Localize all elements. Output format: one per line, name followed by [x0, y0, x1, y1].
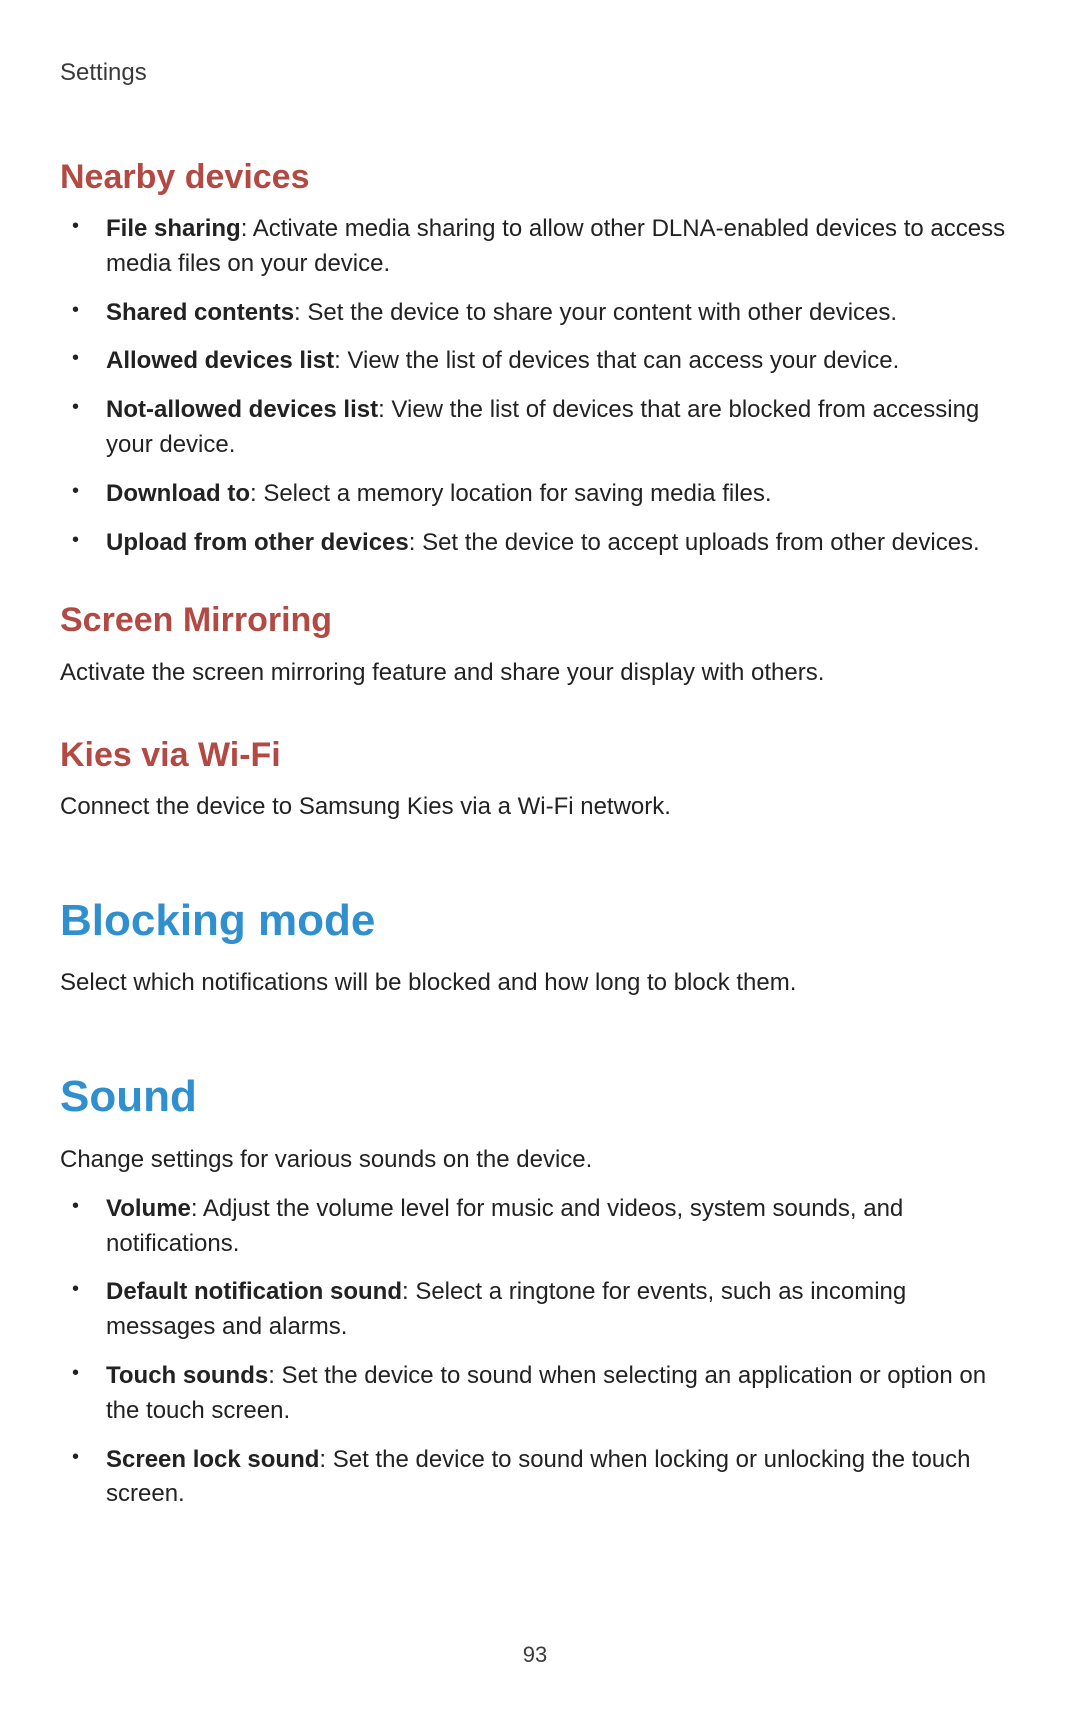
page-number: 93 [0, 1639, 1070, 1671]
term: Screen lock sound [106, 1446, 319, 1473]
heading-nearby-devices: Nearby devices [60, 153, 1010, 202]
list-sound: Volume: Adjust the volume level for musi… [60, 1192, 1010, 1512]
body-kies: Connect the device to Samsung Kies via a… [60, 790, 1010, 825]
term: Allowed devices list [106, 347, 334, 374]
list-item: Screen lock sound: Set the device to sou… [94, 1443, 1010, 1513]
term: Download to [106, 480, 250, 507]
body-sound: Change settings for various sounds on th… [60, 1143, 1010, 1178]
list-item: Shared contents: Set the device to share… [94, 296, 1010, 331]
list-nearby-devices: File sharing: Activate media sharing to … [60, 212, 1010, 560]
list-item: File sharing: Activate media sharing to … [94, 212, 1010, 282]
term: Touch sounds [106, 1362, 268, 1389]
heading-sound: Sound [60, 1065, 1010, 1129]
list-item: Download to: Select a memory location fo… [94, 477, 1010, 512]
list-item: Allowed devices list: View the list of d… [94, 344, 1010, 379]
heading-blocking-mode: Blocking mode [60, 889, 1010, 953]
term: Upload from other devices [106, 529, 409, 556]
desc: : Select a memory location for saving me… [250, 480, 772, 507]
page-header: Settings [60, 56, 1010, 91]
list-item: Volume: Adjust the volume level for musi… [94, 1192, 1010, 1262]
document-page: Settings Nearby devices File sharing: Ac… [0, 0, 1070, 1719]
body-screen-mirroring: Activate the screen mirroring feature an… [60, 656, 1010, 691]
heading-kies: Kies via Wi-Fi [60, 731, 1010, 780]
desc: : Set the device to accept uploads from … [409, 529, 980, 556]
term: Default notification sound [106, 1278, 402, 1305]
desc: : Set the device to share your content w… [294, 299, 897, 326]
list-item: Not-allowed devices list: View the list … [94, 393, 1010, 463]
desc: : Activate media sharing to allow other … [106, 215, 1005, 277]
term: Not-allowed devices list [106, 396, 378, 423]
term: Volume [106, 1195, 191, 1222]
list-item: Default notification sound: Select a rin… [94, 1275, 1010, 1345]
body-blocking-mode: Select which notifications will be block… [60, 966, 1010, 1001]
list-item: Touch sounds: Set the device to sound wh… [94, 1359, 1010, 1429]
term: File sharing [106, 215, 241, 242]
heading-screen-mirroring: Screen Mirroring [60, 596, 1010, 645]
desc: : View the list of devices that can acce… [334, 347, 899, 374]
term: Shared contents [106, 299, 294, 326]
list-item: Upload from other devices: Set the devic… [94, 526, 1010, 561]
desc: : Adjust the volume level for music and … [106, 1195, 903, 1257]
